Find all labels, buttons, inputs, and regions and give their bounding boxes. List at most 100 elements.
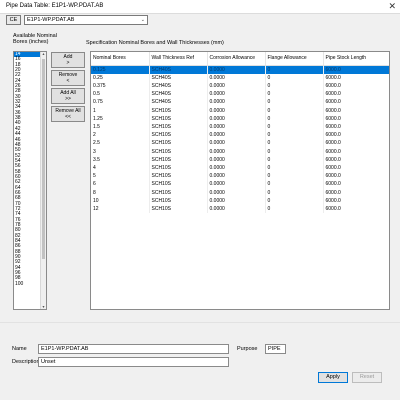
- table-row[interactable]: 2 SCH10S 0.0000 0 6000.0: [91, 131, 389, 140]
- table-cell[interactable]: 0.0000: [207, 90, 266, 99]
- available-bores-list[interactable]: 14 16 18 20 22 24 26 28 30 32 34 36 38 40 42 44 46 48 50 52…: [13, 51, 47, 310]
- table-cell[interactable]: SCH10S: [149, 163, 208, 173]
- table-cell[interactable]: SCH10S: [149, 172, 208, 181]
- table-cell[interactable]: 6000.0: [323, 204, 389, 214]
- reset-button[interactable]: Reset: [352, 372, 382, 383]
- table-cell[interactable]: SCH10S: [149, 106, 208, 115]
- table-row[interactable]: 8 SCH10S 0.0000 0 6000.0: [91, 188, 389, 197]
- table-cell[interactable]: 0.0000: [207, 122, 266, 132]
- table-cell[interactable]: 0.25: [91, 73, 150, 82]
- table-cell[interactable]: 0: [265, 163, 324, 173]
- remove-all-button[interactable]: Remove All <<: [51, 106, 85, 122]
- table-row[interactable]: 3 SCH10S 0.0000 0 6000.0: [91, 147, 389, 156]
- table-cell[interactable]: 6000.0: [323, 196, 389, 205]
- table-cell[interactable]: 0: [265, 180, 324, 189]
- table-cell[interactable]: 10: [91, 196, 150, 205]
- scroll-up-icon[interactable]: ▲: [41, 52, 46, 56]
- table-cell[interactable]: 0.125: [91, 65, 150, 74]
- scroll-thumb[interactable]: [42, 59, 45, 259]
- table-row[interactable]: 0.375 SCH40S 0.0000 0 6000.0: [91, 81, 389, 91]
- table-cell[interactable]: 0: [265, 204, 324, 214]
- table-row[interactable]: 3.5 SCH10S 0.0000 0 6000.0: [91, 155, 389, 164]
- table-row[interactable]: 0.75 SCH40S 0.0000 0 6000.0: [91, 98, 389, 107]
- table-cell[interactable]: 6000.0: [323, 122, 389, 132]
- table-cell[interactable]: SCH10S: [149, 188, 208, 197]
- table-cell[interactable]: 6000.0: [323, 147, 389, 156]
- column-header[interactable]: Flange Allowance: [265, 52, 324, 66]
- table-cell[interactable]: 5: [91, 172, 150, 181]
- column-header[interactable]: Nominal Bores: [91, 52, 150, 66]
- table-cell[interactable]: 0.0000: [207, 163, 266, 173]
- table-row[interactable]: 0.25 SCH40S 0.0000 0 6000.0: [91, 73, 389, 82]
- table-row[interactable]: 4 SCH10S 0.0000 0 6000.0: [91, 163, 389, 173]
- table-row[interactable]: 10 SCH10S 0.0000 0 6000.0: [91, 196, 389, 205]
- table-cell[interactable]: 0.0000: [207, 172, 266, 181]
- column-header[interactable]: Pipe Stock Length: [323, 52, 389, 66]
- table-cell[interactable]: 0.0000: [207, 106, 266, 115]
- purpose-field[interactable]: PIPE: [265, 344, 286, 354]
- table-row[interactable]: 5 SCH10S 0.0000 0 6000.0: [91, 172, 389, 181]
- table-cell[interactable]: SCH10S: [149, 155, 208, 164]
- table-cell[interactable]: 0: [265, 106, 324, 115]
- table-cell[interactable]: 6000.0: [323, 180, 389, 189]
- table-cell[interactable]: 0.75: [91, 98, 150, 107]
- table-cell[interactable]: 0: [265, 147, 324, 156]
- table-cell[interactable]: 0: [265, 81, 324, 91]
- table-cell[interactable]: SCH40S: [149, 98, 208, 107]
- table-cell[interactable]: 0: [265, 188, 324, 197]
- remove-button[interactable]: Remove <: [51, 70, 85, 86]
- table-cell[interactable]: 0.0000: [207, 188, 266, 197]
- table-cell[interactable]: 0: [265, 73, 324, 82]
- table-cell[interactable]: 6000.0: [323, 188, 389, 197]
- table-cell[interactable]: 1.25: [91, 114, 150, 123]
- column-header[interactable]: Corrosion Allowance: [207, 52, 266, 66]
- table-cell[interactable]: 0.0000: [207, 114, 266, 123]
- table-cell[interactable]: 0.0000: [207, 98, 266, 107]
- column-header[interactable]: Wall Thickness Ref: [149, 52, 208, 66]
- table-cell[interactable]: 0.0000: [207, 196, 266, 205]
- table-cell[interactable]: 1: [91, 106, 150, 115]
- table-row[interactable]: 6 SCH10S 0.0000 0 6000.0: [91, 180, 389, 189]
- table-row[interactable]: 1.5 SCH10S 0.0000 0 6000.0: [91, 122, 389, 132]
- table-cell[interactable]: 1.5: [91, 122, 150, 132]
- table-cell[interactable]: 6000.0: [323, 65, 389, 74]
- table-cell[interactable]: 8: [91, 188, 150, 197]
- table-cell[interactable]: 0.5: [91, 90, 150, 99]
- table-cell[interactable]: 0.0000: [207, 180, 266, 189]
- table-cell[interactable]: 0: [265, 131, 324, 140]
- table-cell[interactable]: 4: [91, 163, 150, 173]
- table-cell[interactable]: 6000.0: [323, 163, 389, 173]
- table-cell[interactable]: 0: [265, 155, 324, 164]
- table-cell[interactable]: 0.0000: [207, 139, 266, 148]
- table-cell[interactable]: SCH10S: [149, 131, 208, 140]
- name-field[interactable]: E1P1-WP.PDAT.AB: [38, 344, 229, 354]
- table-cell[interactable]: SCH10S: [149, 122, 208, 132]
- table-row[interactable]: 0.125 SCH40S 0.0000 0 6000.0: [91, 65, 389, 74]
- table-cell[interactable]: 6000.0: [323, 155, 389, 164]
- table-cell[interactable]: 2: [91, 131, 150, 140]
- table-cell[interactable]: 0.0000: [207, 155, 266, 164]
- table-cell[interactable]: 6000.0: [323, 106, 389, 115]
- table-cell[interactable]: SCH10S: [149, 180, 208, 189]
- table-cell[interactable]: 6000.0: [323, 73, 389, 82]
- table-cell[interactable]: SCH10S: [149, 139, 208, 148]
- table-cell[interactable]: 3: [91, 147, 150, 156]
- close-icon[interactable]: ✕: [388, 1, 396, 11]
- table-cell[interactable]: 0: [265, 139, 324, 148]
- table-cell[interactable]: 0: [265, 122, 324, 132]
- list-item[interactable]: 100: [14, 281, 41, 287]
- table-cell[interactable]: 6000.0: [323, 139, 389, 148]
- table-cell[interactable]: SCH40S: [149, 73, 208, 82]
- table-cell[interactable]: SCH40S: [149, 65, 208, 74]
- table-cell[interactable]: 12: [91, 204, 150, 214]
- table-cell[interactable]: 0: [265, 98, 324, 107]
- table-row[interactable]: 1 SCH10S 0.0000 0 6000.0: [91, 106, 389, 115]
- apply-button[interactable]: Apply: [318, 372, 348, 383]
- table-cell[interactable]: 0.0000: [207, 131, 266, 140]
- table-cell[interactable]: 6000.0: [323, 131, 389, 140]
- table-cell[interactable]: 0: [265, 65, 324, 74]
- table-cell[interactable]: 0.0000: [207, 81, 266, 91]
- table-cell[interactable]: SCH10S: [149, 114, 208, 123]
- table-cell[interactable]: 0.0000: [207, 204, 266, 214]
- bores-table[interactable]: Nominal Bores Wall Thickness Ref Corrosi…: [90, 51, 390, 310]
